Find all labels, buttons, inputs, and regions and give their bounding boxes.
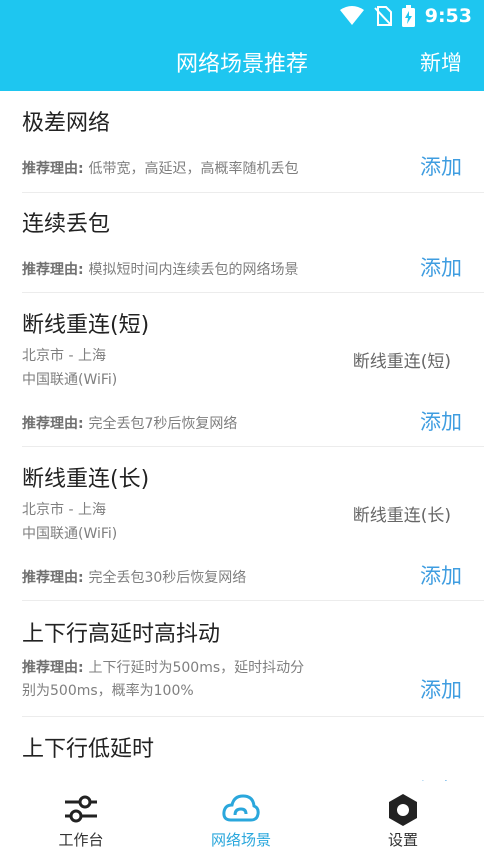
app-header: 9:53 网络场景推荐 新增 [0, 0, 484, 91]
wifi-icon [339, 6, 364, 26]
scene-card: 连续丢包 推荐理由: 模拟短时间内连续丢包的网络场景 添加 [0, 193, 484, 293]
add-button[interactable]: 添加 [420, 674, 462, 704]
status-bar: 9:53 [0, 0, 484, 34]
no-sim-icon [374, 6, 392, 26]
scene-card: 断线重连(短) 北京市 - 上海 中国联通(WiFi) 断线重连(短) 推荐理由… [0, 293, 484, 447]
add-button[interactable]: 添加 [420, 252, 462, 282]
cloud-icon [181, 793, 301, 827]
nav-item-settings[interactable]: 设置 [343, 781, 463, 860]
scene-title: 断线重连(长) [22, 467, 150, 492]
reason-text-line1: 上下行延时为500ms，延时抖动分 [88, 660, 305, 676]
nav-item-workbench[interactable]: 工作台 [21, 781, 141, 860]
add-new-button[interactable]: 新增 [420, 47, 462, 77]
nav-label: 网络场景 [210, 831, 271, 849]
add-button[interactable]: 添加 [420, 151, 462, 181]
add-button[interactable]: 添加 [420, 406, 462, 436]
scene-title: 断线重连(短) [22, 313, 150, 338]
nav-label: 设置 [387, 831, 418, 849]
scene-carrier: 中国联通(WiFi) [22, 372, 118, 388]
reason-text: 完全丢包30秒后恢复网络 [88, 570, 247, 586]
sliders-icon [21, 793, 141, 827]
scene-card: 极差网络 推荐理由: 低带宽，高延迟，高概率随机丢包 添加 [0, 91, 484, 193]
scene-reason: 推荐理由: 低带宽，高延迟，高概率随机丢包 [22, 158, 352, 181]
reason-text-line2: 别为500ms，概率为100% [22, 683, 194, 699]
scene-reason: 推荐理由: 完全丢包7秒后恢复网络 [22, 413, 352, 436]
reason-text: 低带宽，高延迟，高概率随机丢包 [88, 161, 299, 177]
scene-title: 上下行高延时高抖动 [22, 622, 221, 647]
page-title: 网络场景推荐 [175, 52, 308, 77]
reason-label: 推荐理由: [22, 660, 89, 676]
settings-icon [343, 793, 463, 827]
scene-tag: 断线重连(短) [352, 352, 451, 372]
reason-label: 推荐理由: [22, 570, 89, 586]
scene-title: 极差网络 [22, 111, 111, 136]
scene-carrier: 中国联通(WiFi) [22, 526, 118, 542]
scene-reason: 推荐理由: 模拟短时间内连续丢包的网络场景 [22, 259, 352, 282]
scene-title: 上下行低延时 [22, 737, 155, 762]
scene-title: 连续丢包 [22, 212, 111, 237]
scene-location: 北京市 - 上海 [22, 502, 106, 518]
scene-list[interactable]: 极差网络 推荐理由: 低带宽，高延迟，高概率随机丢包 添加 连续丢包 推荐理由:… [0, 91, 484, 781]
scene-card: 断线重连(长) 北京市 - 上海 中国联通(WiFi) 断线重连(长) 推荐理由… [0, 447, 484, 601]
battery-charging-icon [401, 5, 415, 27]
scene-card: 上下行高延时高抖动 推荐理由: 上下行延时为500ms，延时抖动分别为500ms… [0, 601, 484, 717]
reason-text: 模拟短时间内连续丢包的网络场景 [88, 262, 299, 278]
nav-label: 工作台 [58, 831, 104, 849]
scene-tag: 断线重连(长) [352, 506, 451, 526]
reason-text: 完全丢包7秒后恢复网络 [88, 416, 238, 432]
reason-label: 推荐理由: [22, 262, 89, 278]
scene-reason: 推荐理由: 上下行延时为500ms，延时抖动分别为500ms，概率为100% [22, 657, 352, 703]
reason-label: 推荐理由: [22, 416, 89, 432]
scene-card: 上下行低延时 添加 [0, 717, 484, 781]
status-time: 9:53 [424, 5, 472, 27]
nav-item-network-scene[interactable]: 网络场景 [181, 781, 301, 860]
scene-reason: 推荐理由: 完全丢包30秒后恢复网络 [22, 567, 352, 590]
scene-location: 北京市 - 上海 [22, 348, 106, 364]
bottom-nav: 工作台 网络场景 设置 [0, 781, 484, 860]
add-button[interactable]: 添加 [420, 560, 462, 590]
reason-label: 推荐理由: [22, 161, 89, 177]
